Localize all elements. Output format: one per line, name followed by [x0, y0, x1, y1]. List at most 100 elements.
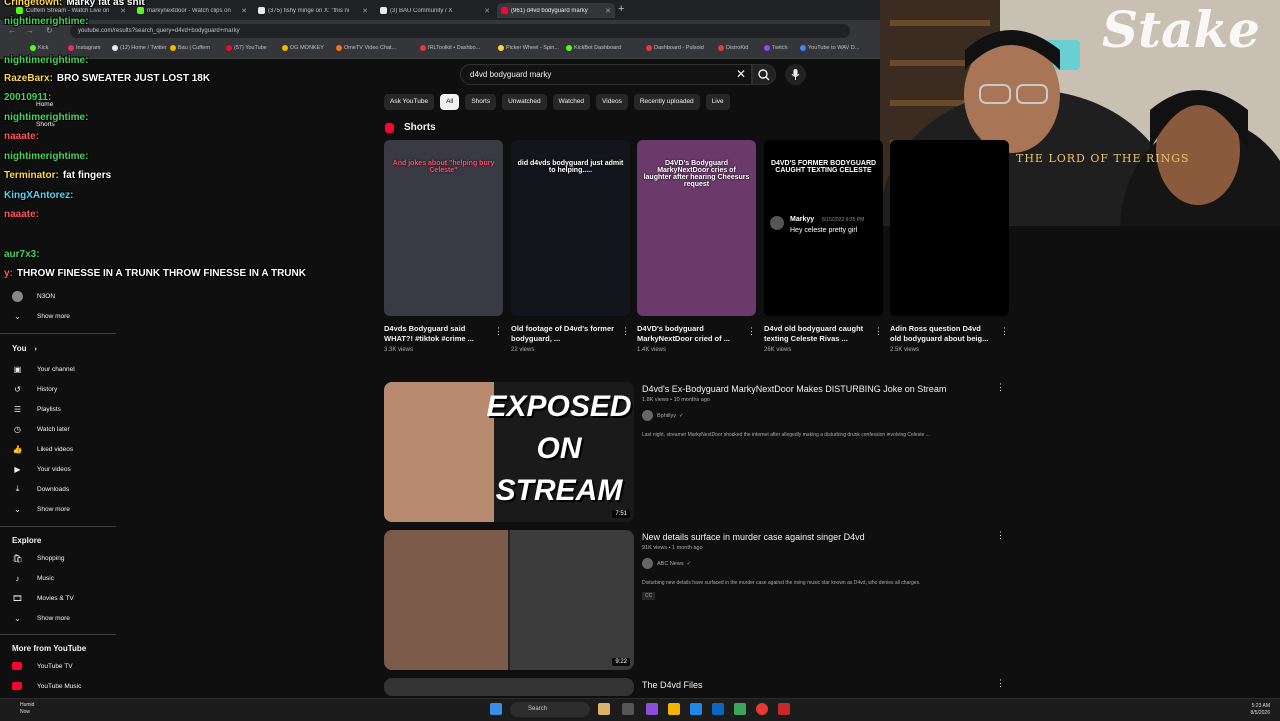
sidebar-item-show-more[interactable]: ⌄ Show more [12, 612, 70, 624]
short-card[interactable]: D4VD's Bodyguard MarkyNextDoor cries of … [637, 140, 756, 353]
browser-tab[interactable]: (961) d4vd bodyguard marky ✕ [497, 3, 615, 18]
more-options-icon[interactable]: ⋮ [996, 530, 1005, 541]
video-title[interactable]: D4vd's Ex-Bodyguard MarkyNextDoor Makes … [642, 384, 946, 394]
video-thumbnail[interactable]: EXPOSED ON STREAM 7:51 [384, 382, 634, 522]
clear-search-icon[interactable]: ✕ [736, 67, 746, 81]
short-title[interactable]: Adin Ross question D4vd old bodyguard ab… [890, 324, 994, 344]
more-options-icon[interactable]: ⋮ [494, 326, 503, 337]
reload-icon[interactable]: ↻ [46, 26, 53, 35]
short-card[interactable]: did d4vds bodyguard just admit to helpin… [511, 140, 630, 353]
app2-icon[interactable] [734, 703, 746, 715]
sidebar-item-youtube-tv[interactable]: YouTube TV [12, 660, 73, 672]
filter-chip[interactable]: Videos [596, 94, 628, 110]
tab-close-icon[interactable]: ✕ [605, 7, 611, 15]
filter-chip[interactable]: Shorts [465, 94, 497, 110]
search-button[interactable] [752, 64, 776, 85]
short-card[interactable]: D4VD'S FORMER BODYGUARD CAUGHT TEXTING C… [764, 140, 883, 353]
browser-tab[interactable]: (3) BAU Community / X ✕ [376, 3, 494, 18]
obs-icon[interactable] [778, 703, 790, 715]
bookmark-item[interactable]: Dashboard - Pulsoid [646, 45, 704, 51]
filter-chip[interactable]: Watched [552, 94, 591, 110]
sidebar-item-your-channel[interactable]: ▣ Your channel [12, 363, 75, 375]
more-options-icon[interactable]: ⋮ [996, 382, 1005, 393]
tab-close-icon[interactable]: ✕ [484, 7, 490, 15]
bookmark-item[interactable]: (57) YouTube [226, 45, 267, 51]
video-title[interactable]: New details surface in murder case again… [642, 532, 865, 542]
weather-widget[interactable]: Humid Now [20, 702, 34, 716]
url-field[interactable]: youtube.com/results?search_query=d4vd+bo… [70, 24, 850, 38]
sidebar-item-history[interactable]: ↺ History [12, 383, 57, 395]
search-input[interactable]: d4vd bodyguard marky [470, 70, 551, 79]
back-icon[interactable]: ← [8, 26, 16, 35]
tab-close-icon[interactable]: ✕ [362, 7, 368, 15]
app-icon[interactable] [646, 703, 658, 715]
filter-chip[interactable]: Recently uploaded [633, 94, 700, 110]
bookmark-item[interactable]: Kick [30, 45, 48, 51]
short-title[interactable]: D4vd old bodyguard caught texting Celest… [764, 324, 868, 344]
short-title[interactable]: Old footage of D4vd's former bodyguard, … [511, 324, 615, 344]
bookmark-item[interactable]: OG MONKEY [282, 45, 324, 51]
short-thumbnail[interactable]: D4VD'S FORMER BODYGUARD CAUGHT TEXTING C… [764, 140, 883, 316]
taskbar-search[interactable]: Search [510, 702, 590, 717]
filter-chip[interactable]: Ask YouTube [384, 94, 435, 110]
bookmark-item[interactable]: Instagram [68, 45, 100, 51]
short-thumbnail[interactable]: did d4vds bodyguard just admit to helpin… [511, 140, 630, 316]
sidebar-item-playlists[interactable]: ☰ Playlists [12, 403, 61, 415]
start-icon[interactable] [490, 703, 502, 715]
sidebar-item-downloads[interactable]: ⤓ Downloads [12, 483, 69, 495]
sidebar-item-your-videos[interactable]: ▶ Your videos [12, 463, 70, 475]
show-more-subscriptions[interactable]: ⌄ Show more [12, 310, 70, 322]
bookmark-item[interactable]: YouTube to WAV D... [800, 45, 859, 51]
sidebar-item-watch-later[interactable]: ◷ Watch later [12, 423, 70, 435]
short-thumbnail[interactable] [890, 140, 1009, 316]
short-title[interactable]: D4vds Bodyguard said WHAT?! #tiktok #cri… [384, 324, 488, 344]
more-options-icon[interactable]: ⋮ [996, 678, 1005, 689]
voice-search-button[interactable] [785, 64, 806, 85]
browser-tab[interactable]: (375) fishy minge on X: "this ni ✕ [254, 3, 372, 18]
more-options-icon[interactable]: ⋮ [874, 326, 883, 337]
sidebar-item-music[interactable]: ♪ Music [12, 572, 54, 584]
video-channel[interactable]: ABC News ✓ [642, 558, 691, 569]
more-options-icon[interactable]: ⋮ [1000, 326, 1009, 337]
bookmark-item[interactable]: KickBot Dashboard [566, 45, 621, 51]
more-options-icon[interactable]: ⋮ [747, 326, 756, 337]
widgets-icon[interactable] [598, 703, 610, 715]
more-options-icon[interactable]: ⋮ [621, 326, 630, 337]
video-channel[interactable]: Bphillyy ✓ [642, 410, 684, 421]
short-card[interactable]: Adin Ross question D4vd old bodyguard ab… [890, 140, 1009, 353]
system-clock[interactable]: 5:23 AM 8/5/2026 [1251, 703, 1270, 717]
edge-icon[interactable] [690, 703, 702, 715]
store-icon[interactable] [712, 703, 724, 715]
tab-close-icon[interactable]: ✕ [241, 7, 247, 15]
subscription-n3on[interactable]: N3ON [12, 290, 55, 302]
sidebar-item-movies-tv[interactable]: 🎞 Movies & TV [12, 592, 73, 604]
video-thumbnail[interactable]: 9:22 [384, 530, 634, 670]
filter-chip[interactable]: Live [705, 94, 730, 110]
file-explorer-icon[interactable] [668, 703, 680, 715]
bookmark-item[interactable]: IRLToolkit • Dashbo... [420, 45, 480, 51]
video-title[interactable]: The D4vd Files [642, 680, 703, 690]
short-thumbnail[interactable]: D4VD's Bodyguard MarkyNextDoor cries of … [637, 140, 756, 316]
short-title[interactable]: D4VD's bodyguard MarkyNextDoor cried of … [637, 324, 741, 344]
task-view-icon[interactable] [622, 703, 634, 715]
forward-icon[interactable]: → [26, 26, 34, 35]
search-box[interactable]: d4vd bodyguard marky ✕ [460, 64, 752, 85]
sidebar-item-youtube-music[interactable]: YouTube Music [12, 680, 81, 692]
video-thumbnail[interactable] [384, 678, 634, 696]
bookmark-item[interactable]: Picker Wheel - Spin... [498, 45, 559, 51]
bookmark-item[interactable]: Bau | Cuffem [170, 45, 210, 51]
bookmark-item[interactable]: OmeTV Video Chat... [336, 45, 396, 51]
short-thumbnail[interactable]: And jokes about "helping bury Celeste" [384, 140, 503, 316]
chrome-icon[interactable] [756, 703, 768, 715]
bookmark-item[interactable]: (12) Home / Twitter [112, 45, 167, 51]
bookmark-item[interactable]: DistroKid [718, 45, 748, 51]
browser-tab[interactable]: markynextdoor - Watch clips on ✕ [133, 3, 251, 18]
bookmark-item[interactable]: Twitch [764, 45, 788, 51]
new-tab-button[interactable]: + [618, 3, 624, 15]
sidebar-item-show-more[interactable]: ⌄ Show more [12, 503, 70, 515]
sidebar-item-shopping[interactable]: 🛍 Shopping [12, 552, 64, 564]
short-card[interactable]: And jokes about "helping bury Celeste" D4… [384, 140, 503, 353]
filter-chip[interactable]: Unwatched [502, 94, 547, 110]
sidebar-item-liked-videos[interactable]: 👍 Liked videos [12, 443, 74, 455]
filter-chip[interactable]: All [440, 94, 460, 110]
